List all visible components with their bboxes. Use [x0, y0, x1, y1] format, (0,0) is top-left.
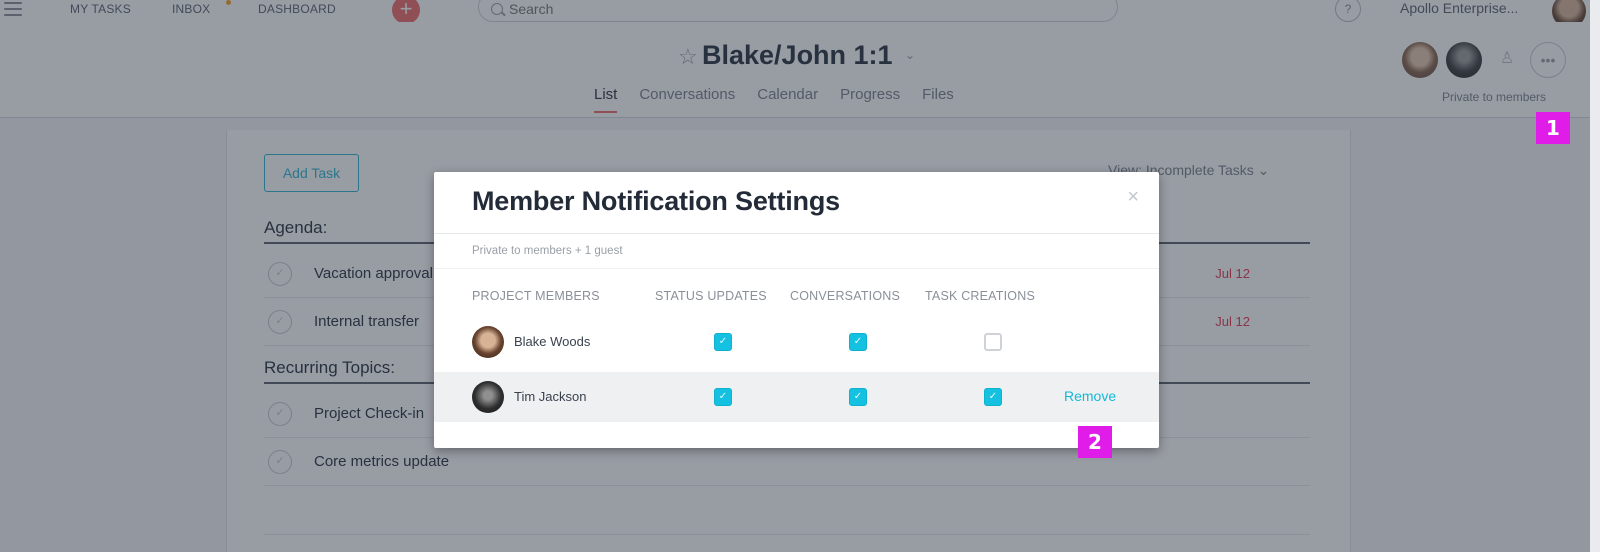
avatar: [472, 381, 504, 413]
status-updates-checkbox[interactable]: ✓: [714, 388, 732, 406]
conversations-checkbox[interactable]: ✓: [849, 388, 867, 406]
status-updates-checkbox[interactable]: ✓: [714, 333, 732, 351]
member-name: Blake Woods: [514, 334, 591, 349]
dialog-title: Member Notification Settings: [472, 186, 840, 216]
column-header-task-creations: TASK CREATIONS: [925, 289, 1035, 303]
dialog-subheader: Private to members + 1 guest: [434, 233, 1159, 269]
column-header-conversations: CONVERSATIONS: [790, 289, 901, 303]
column-header-project-members: PROJECT MEMBERS: [472, 289, 600, 303]
task-creations-checkbox[interactable]: [984, 333, 1002, 351]
annotation-marker-2: 2: [1078, 426, 1112, 458]
column-header-status-updates: STATUS UPDATES: [655, 289, 767, 303]
member-name: Tim Jackson: [514, 389, 587, 404]
avatar: [472, 326, 504, 358]
close-icon[interactable]: ×: [1127, 186, 1139, 209]
privacy-summary: Private to members + 1 guest: [472, 245, 623, 257]
member-row: Blake Woods ✓ ✓: [434, 317, 1159, 367]
remove-member-link[interactable]: Remove: [1064, 388, 1116, 404]
annotation-marker-1: 1: [1536, 112, 1570, 144]
member-row: Tim Jackson ✓ ✓ ✓ Remove: [434, 372, 1159, 422]
conversations-checkbox[interactable]: ✓: [849, 333, 867, 351]
scrollbar[interactable]: [1590, 0, 1600, 552]
member-notification-settings-dialog: Member Notification Settings × Private t…: [434, 172, 1159, 448]
task-creations-checkbox[interactable]: ✓: [984, 388, 1002, 406]
